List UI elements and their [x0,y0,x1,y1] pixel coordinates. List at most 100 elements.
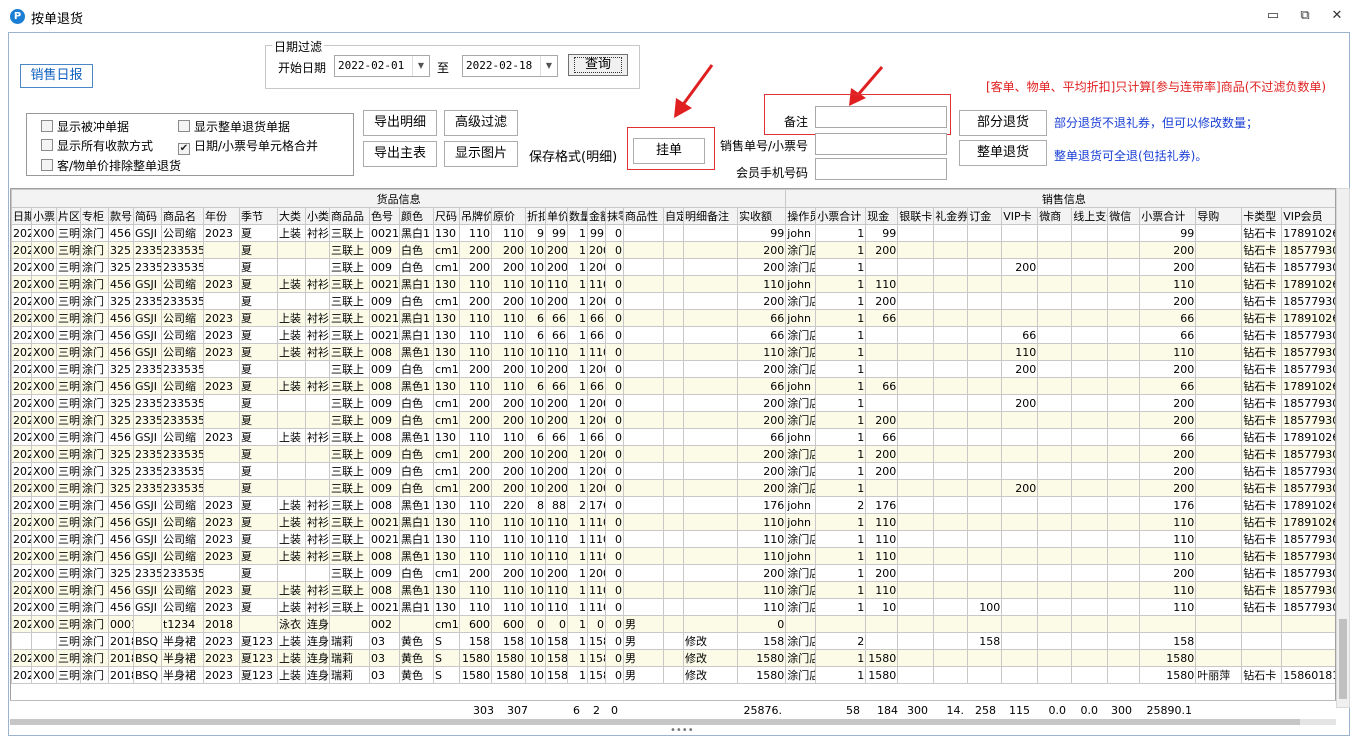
table-cell[interactable]: 黑色1 [399,496,434,514]
table-cell[interactable] [683,394,738,412]
table-cell[interactable]: 衬衫 [305,513,330,531]
table-cell[interactable] [623,564,664,582]
table-cell[interactable]: 110 [491,343,526,361]
table-cell[interactable]: 110 [491,275,526,293]
table-cell[interactable] [865,326,899,344]
table-cell[interactable]: 1857793081 [1281,343,1335,361]
table-cell[interactable]: 1 [815,309,867,327]
table-cell[interactable]: 200 [1139,445,1197,463]
table-cell[interactable] [683,224,738,242]
table-cell[interactable]: 钻石卡 [1241,513,1283,531]
table-cell[interactable] [1037,445,1073,463]
table-cell[interactable]: 110 [865,275,899,293]
table-cell[interactable] [203,462,240,480]
table-cell[interactable] [967,581,1003,599]
table-cell[interactable] [967,326,1003,344]
table-cell[interactable]: 钻石卡 [1241,224,1283,242]
table-cell[interactable]: 2023 [203,530,240,548]
table-row[interactable]: 202X00三明涂门3252335233535夏三联上009白色cm120020… [11,479,1335,497]
table-cell[interactable] [623,445,664,463]
table-cell[interactable]: GSJI [133,428,162,446]
table-cell[interactable]: 上装 [277,513,306,531]
table-cell[interactable]: 1789102695 [1281,428,1335,446]
table-cell[interactable]: 三联上 [329,479,370,497]
chevron-down-icon[interactable]: ▼ [412,56,429,76]
table-cell[interactable]: 涂门 [80,411,109,429]
table-cell[interactable]: 0 [605,666,624,684]
table-cell[interactable]: 1 [567,445,588,463]
table-cell[interactable]: 176 [865,496,899,514]
table-cell[interactable] [663,343,684,361]
table-cell[interactable] [1001,530,1039,548]
table-cell[interactable]: X00 [31,581,57,599]
column-header[interactable]: 礼金券 [933,207,969,225]
table-cell[interactable] [1037,309,1073,327]
table-cell[interactable] [1037,241,1073,259]
table-cell[interactable]: 233535 [161,241,204,259]
table-cell[interactable]: 涂门 [80,377,109,395]
table-cell[interactable]: 99 [865,224,899,242]
table-cell[interactable]: 钻石卡 [1241,326,1283,344]
table-cell[interactable]: 黑色1 [399,343,434,361]
table-cell[interactable]: 2023 [203,649,240,667]
export-master-button[interactable]: 导出主表 [363,141,437,167]
table-cell[interactable] [967,479,1003,497]
table-cell[interactable]: john [785,496,817,514]
table-cell[interactable]: 009 [369,479,400,497]
table-cell[interactable]: 233535 [161,479,204,497]
table-cell[interactable] [1107,360,1141,378]
table-cell[interactable]: 200 [545,360,568,378]
table-cell[interactable]: 456 [108,309,134,327]
table-cell[interactable] [277,241,306,259]
table-cell[interactable]: X00 [31,496,57,514]
table-cell[interactable]: 涂门店 [785,411,817,429]
table-cell[interactable] [1071,258,1109,276]
table-cell[interactable]: 0 [605,377,624,395]
checkbox[interactable] [41,120,53,132]
table-cell[interactable]: 涂门店 [785,632,817,650]
table-cell[interactable] [1037,530,1073,548]
table-cell[interactable]: X00 [31,309,57,327]
table-cell[interactable]: 66 [736,309,787,327]
table-cell[interactable] [1071,666,1109,684]
table-cell[interactable] [663,275,684,293]
table-cell[interactable]: 158 [459,632,492,650]
table-cell[interactable]: 1857793081 [1281,258,1335,276]
table-cell[interactable]: john [785,547,817,565]
table-cell[interactable] [1001,581,1039,599]
table-cell[interactable]: 夏 [239,343,278,361]
table-cell[interactable]: 1 [815,411,867,429]
table-cell[interactable]: 涂门店 [785,292,817,310]
table-cell[interactable]: 上装 [277,377,306,395]
table-cell[interactable]: S [433,666,460,684]
table-cell[interactable]: 200 [491,394,526,412]
table-cell[interactable]: 10 [865,598,899,616]
table-cell[interactable] [933,224,969,242]
table-row[interactable]: 202X00三明涂门456GSJI公司缩2023夏上装衬衫三联上008黑色113… [11,581,1335,599]
table-cell[interactable]: 夏123 [239,632,278,650]
sales-report-button[interactable]: 销售日报 [20,64,93,88]
table-cell[interactable] [663,326,684,344]
table-row[interactable]: 202X00三明涂门456GSJI公司缩2023夏上装衬衫三联上0021黑白11… [11,275,1335,293]
table-cell[interactable]: 110 [491,581,526,599]
table-cell[interactable] [933,615,969,633]
table-cell[interactable]: 白色 [399,564,434,582]
table-cell[interactable]: 200 [491,241,526,259]
table-cell[interactable]: 99 [736,224,787,242]
table-cell[interactable] [1195,649,1243,667]
table-cell[interactable]: 1 [815,428,867,446]
table-row[interactable]: 202X00三明涂门2018BSQ半身裙2023夏123上装连身瑞莉03黄色S1… [11,666,1335,684]
table-cell[interactable]: 2018 [108,666,134,684]
table-cell[interactable]: 三联上 [329,394,370,412]
table-cell[interactable]: X00 [31,564,57,582]
table-cell[interactable]: 2335 [133,360,162,378]
table-cell[interactable] [1195,275,1243,293]
table-cell[interactable]: 200 [491,462,526,480]
table-cell[interactable] [1001,275,1039,293]
table-cell[interactable]: 1857793081 [1281,462,1335,480]
table-cell[interactable]: 钻石卡 [1241,479,1283,497]
table-cell[interactable]: X00 [31,615,57,633]
table-cell[interactable]: 6 [525,428,546,446]
table-cell[interactable]: 公司缩 [161,496,204,514]
table-cell[interactable]: 钻石卡 [1241,496,1283,514]
